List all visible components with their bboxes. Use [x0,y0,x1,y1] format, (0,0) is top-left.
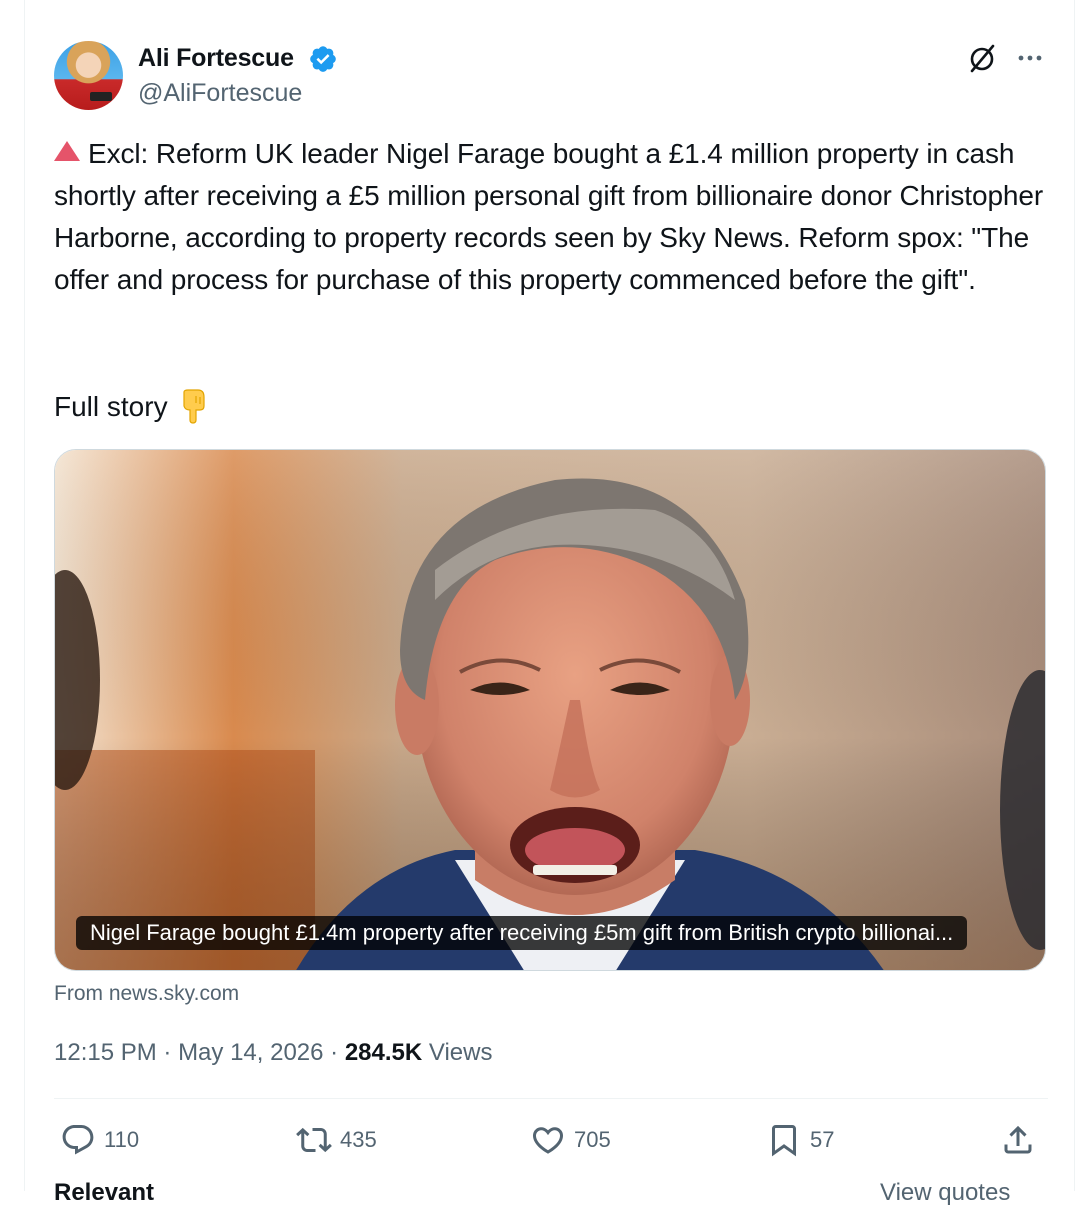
views-count: 284.5K [344,1039,423,1066]
retweet-button[interactable]: 435 [296,1120,377,1160]
views-label: Views [428,1039,493,1066]
tweet-text: Excl: Reform UK leader Nigel Farage boug… [54,133,1054,301]
tweet-meta: 12:15 PM · May 14, 2026 · 284.5K Views [54,1036,492,1070]
meta-separator-1: · [156,1039,179,1066]
like-count: 705 [574,1127,611,1152]
tweet-body: Excl: Reform UK leader Nigel Farage boug… [54,138,1051,295]
share-icon [1004,1125,1032,1154]
card-image[interactable] [55,450,1046,971]
like-button[interactable]: 705 [530,1120,611,1160]
card-caption[interactable]: Nigel Farage bought £1.4m property after… [76,916,968,950]
share-button[interactable] [1000,1120,1044,1160]
retweet-icon [296,1127,332,1153]
full-story-line: Full story [54,386,210,428]
grok-icon[interactable] [964,40,1000,76]
reply-button[interactable]: 110 [60,1120,139,1160]
retweet-count: 435 [340,1127,377,1152]
avatar-badge [90,92,112,101]
bookmark-button[interactable]: 57 [766,1120,834,1160]
reply-icon [62,1125,94,1155]
red-triangle-icon [54,141,80,161]
tweet-date[interactable]: May 14, 2026 [178,1039,323,1066]
relevant-heading: Relevant [54,1179,155,1206]
author-handle[interactable]: @AliFortescue [138,77,302,109]
pointing-down-emoji [182,389,205,424]
reply-count: 110 [104,1127,140,1152]
heart-icon [532,1127,564,1154]
tweet-time[interactable]: 12:15 PM [54,1039,157,1066]
more-icon[interactable] [1012,40,1048,76]
meta-separator-2: · [323,1039,345,1066]
bookmark-count: 57 [810,1127,835,1152]
divider [54,1098,1048,1099]
link-card[interactable]: Nigel Farage bought £1.4m property after… [54,449,1046,971]
right-border [1074,0,1075,1191]
avatar[interactable] [54,41,123,110]
author-display-name[interactable]: Ali Fortescue [138,42,294,74]
view-quotes-link[interactable]: View quotes [880,1178,1010,1208]
left-border [24,0,25,1191]
full-story-text: Full story [54,391,168,422]
card-source[interactable]: From news.sky.com [54,980,239,1008]
bookmark-icon [772,1125,796,1157]
verified-badge-icon[interactable] [308,44,338,74]
